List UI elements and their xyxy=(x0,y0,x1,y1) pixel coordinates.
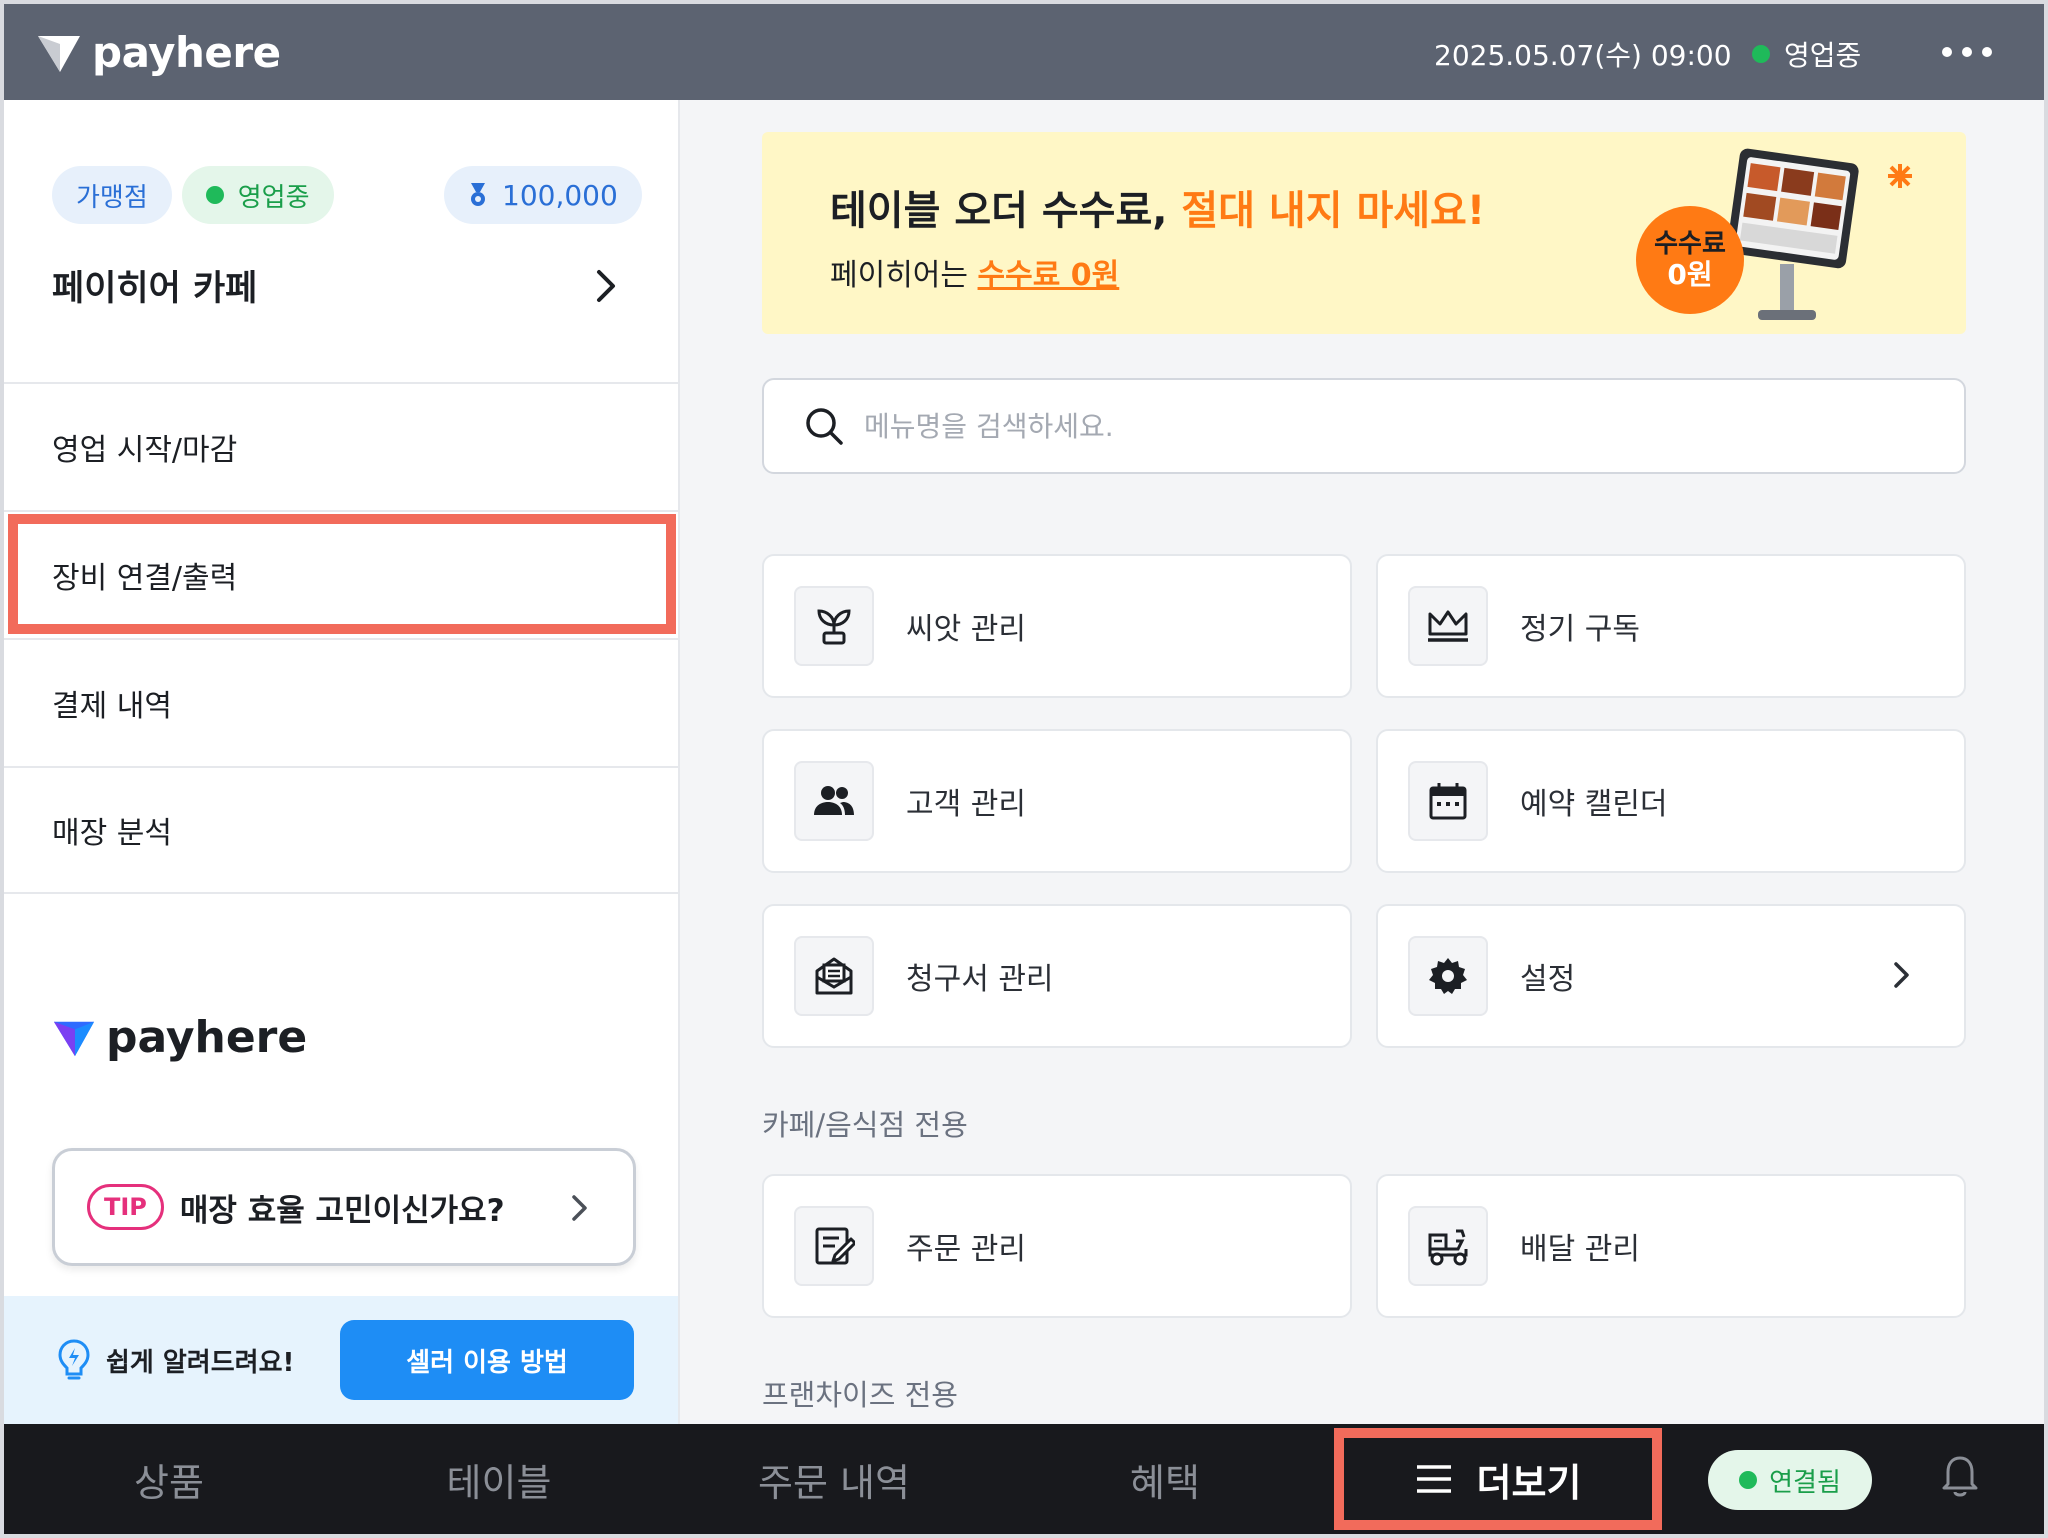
banner-title-accent: 절대 내지 마세요! xyxy=(1181,188,1486,234)
promo-banner[interactable]: 테이블 오더 수수료, 절대 내지 마세요! 페이히어는 수수료 0원 수수료 … xyxy=(762,132,1966,334)
nav-item-more[interactable]: 더보기 xyxy=(1334,1428,1662,1530)
card-delivery-management[interactable]: 배달 관리 xyxy=(1376,1174,1966,1318)
section-franchise-only: 프랜차이즈 전용 xyxy=(762,1378,958,1412)
nav-item-order-history[interactable]: 주문 내역 xyxy=(704,1424,964,1534)
status-dot-icon xyxy=(1752,45,1770,63)
card-label: 씨앗 관리 xyxy=(906,612,1026,647)
business-status: 영업중 xyxy=(1752,34,1861,74)
hamburger-menu-icon xyxy=(1416,1465,1451,1493)
crown-icon xyxy=(1408,586,1488,666)
invoice-icon xyxy=(794,936,874,1016)
points-badge[interactable]: 100,000 xyxy=(444,166,642,224)
nav-item-benefits[interactable]: 혜택 xyxy=(1040,1424,1290,1534)
seller-guide-button[interactable]: 셀러 이용 방법 xyxy=(340,1320,634,1400)
card-label: 정기 구독 xyxy=(1520,612,1640,647)
search-icon xyxy=(806,408,843,445)
card-label: 배달 관리 xyxy=(1520,1232,1640,1267)
sidebar-brand-logo: payhere xyxy=(52,1012,307,1063)
card-subscription[interactable]: 정기 구독 xyxy=(1376,554,1966,698)
help-bar: 쉽게 알려드려요! 셀러 이용 방법 xyxy=(4,1296,678,1424)
medal-icon xyxy=(471,183,485,206)
store-name[interactable]: 페이히어 카페 xyxy=(52,260,257,311)
tip-tag: TIP xyxy=(87,1184,164,1230)
card-label: 예약 캘린더 xyxy=(1520,787,1668,822)
card-seed-management[interactable]: 씨앗 관리 xyxy=(762,554,1352,698)
brand-logo: payhere xyxy=(36,28,281,77)
search-input[interactable] xyxy=(864,409,1764,443)
top-bar: payhere 2025.05.07(수) 09:00 영업중 xyxy=(4,4,2044,100)
card-label: 청구서 관리 xyxy=(906,962,1054,997)
status-badge: 영업중 xyxy=(181,166,334,224)
status-dot-icon xyxy=(205,186,224,204)
banner-badge-line2: 0원 xyxy=(1667,258,1712,291)
card-invoice-management[interactable]: 청구서 관리 xyxy=(762,904,1352,1048)
sidebar: 가맹점 영업중 100,000 페이히어 카페 영업 시작/마감 장비 연결/출… xyxy=(4,100,680,1424)
card-reservation-calendar[interactable]: 예약 캘린더 xyxy=(1376,729,1966,873)
nav-more-label: 더보기 xyxy=(1476,1460,1582,1505)
banner-title: 테이블 오더 수수료, 절대 내지 마세요! xyxy=(830,178,1485,236)
customers-icon xyxy=(794,761,874,841)
help-text: 쉽게 알려드려요! xyxy=(106,1347,295,1378)
sidebar-item-payment-history[interactable]: 결제 내역 xyxy=(4,638,680,766)
payhere-logo-icon xyxy=(53,1021,95,1056)
connection-status-badge[interactable]: 연결됨 xyxy=(1708,1450,1872,1510)
card-label: 주문 관리 xyxy=(906,1232,1026,1267)
gear-icon xyxy=(1408,936,1488,1016)
current-datetime: 2025.05.07(수) 09:00 xyxy=(1434,39,1732,72)
chevron-right-icon xyxy=(572,1195,587,1221)
banner-subtitle: 페이히어는 수수료 0원 xyxy=(830,250,1119,294)
lightbulb-icon xyxy=(58,1339,90,1380)
sidebar-item-device-connection[interactable]: 장비 연결/출력 xyxy=(4,510,680,638)
connection-status-label: 연결됨 xyxy=(1769,1467,1841,1498)
card-label: 고객 관리 xyxy=(906,787,1026,822)
more-horizontal-icon[interactable] xyxy=(1942,32,1992,72)
calendar-icon xyxy=(1408,761,1488,841)
sidebar-item-store-analytics[interactable]: 매장 분석 xyxy=(4,766,680,894)
chevron-right-icon[interactable] xyxy=(584,264,628,308)
chevron-right-icon xyxy=(1894,962,1909,988)
order-edit-icon xyxy=(794,1206,874,1286)
delivery-icon xyxy=(1408,1206,1488,1286)
franchise-badge: 가맹점 xyxy=(52,166,172,224)
banner-sub-accent: 수수료 0원 xyxy=(977,258,1120,293)
sidebar-menu: 영업 시작/마감 장비 연결/출력 결제 내역 매장 분석 xyxy=(4,382,680,894)
status-dot-icon xyxy=(1739,1471,1758,1489)
card-customer-management[interactable]: 고객 관리 xyxy=(762,729,1352,873)
brand-name: payhere xyxy=(92,28,281,77)
sidebar-item-business-open-close[interactable]: 영업 시작/마감 xyxy=(4,382,680,510)
store-badges: 가맹점 영업중 xyxy=(52,166,344,224)
menu-search xyxy=(762,378,1966,474)
payhere-logo-icon xyxy=(38,35,80,72)
status-badge-label: 영업중 xyxy=(237,182,310,213)
table-order-device-illustration: 수수료 0원 xyxy=(1636,148,1912,320)
business-status-label: 영업중 xyxy=(1784,39,1862,72)
sprout-icon xyxy=(794,586,874,666)
bottom-nav: 상품 테이블 주문 내역 혜택 더보기 연결됨 xyxy=(4,1424,2044,1534)
bell-icon[interactable] xyxy=(1940,1454,1980,1500)
nav-item-tables[interactable]: 테이블 xyxy=(374,1424,624,1534)
tip-card[interactable]: TIP 매장 효율 고민이신가요? xyxy=(52,1148,636,1266)
points-value: 100,000 xyxy=(502,178,618,212)
banner-sub-plain: 페이히어는 xyxy=(830,258,968,293)
app-frame: payhere 2025.05.07(수) 09:00 영업중 가맹점 영업중 … xyxy=(4,4,2044,1534)
banner-badge-line1: 수수료 xyxy=(1654,229,1726,259)
nav-item-products[interactable]: 상품 xyxy=(44,1424,294,1534)
card-settings[interactable]: 설정 xyxy=(1376,904,1966,1048)
tip-text: 매장 효율 고민이신가요? xyxy=(179,1192,505,1229)
section-cafe-only: 카페/음식점 전용 xyxy=(762,1108,968,1142)
banner-title-plain: 테이블 오더 수수료, xyxy=(830,188,1168,234)
sidebar-brand-name: payhere xyxy=(106,1012,308,1063)
card-order-management[interactable]: 주문 관리 xyxy=(762,1174,1352,1318)
card-label: 설정 xyxy=(1520,962,1576,997)
